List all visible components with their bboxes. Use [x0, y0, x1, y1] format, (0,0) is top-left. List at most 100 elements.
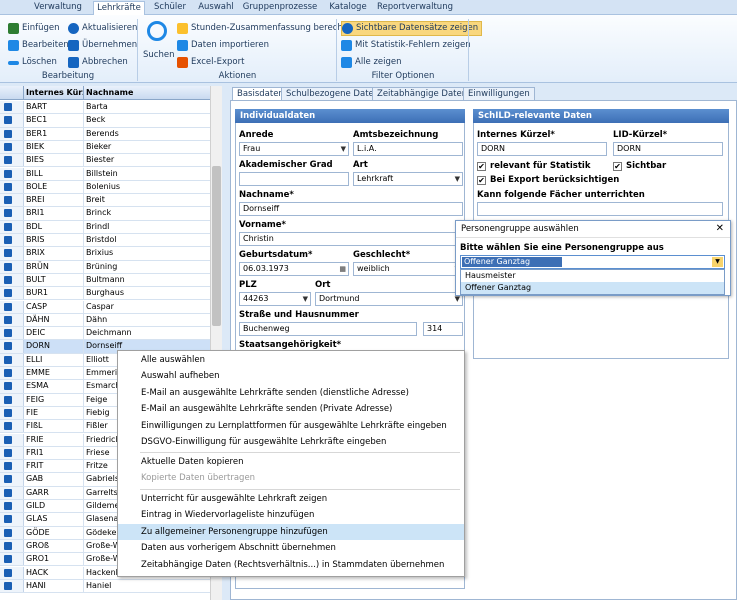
- tab-einwilligungen[interactable]: Einwilligungen: [463, 87, 535, 100]
- ort-select[interactable]: Dortmund ▼: [315, 292, 463, 306]
- stunden-button[interactable]: Stunden-Zusammenfassung berechnen: [177, 21, 359, 36]
- menu-item-alle-auswaehlen[interactable]: Alle auswählen: [118, 352, 464, 368]
- personengruppe-select[interactable]: Offener Ganztag ▼: [460, 255, 725, 269]
- col-header-kuerzel[interactable]: Internes Kürz: [24, 86, 84, 100]
- art-select[interactable]: Lehrkraft ▼: [353, 172, 463, 186]
- plz-select[interactable]: 44263 ▼: [239, 292, 311, 306]
- row-selector[interactable]: [0, 247, 24, 260]
- menu-item-wiedervorlage[interactable]: Eintrag in Wiedervorlageliste hinzufügen: [118, 507, 464, 523]
- row-selector[interactable]: [0, 367, 24, 380]
- row-selector[interactable]: [0, 287, 24, 300]
- tab-schueler[interactable]: Schüler: [150, 1, 190, 15]
- geburtsdatum-field[interactable]: 06.03.1973 ▦: [239, 262, 349, 276]
- menu-item-unterricht-zeigen[interactable]: Unterricht für ausgewählte Lehrkraft zei…: [118, 491, 464, 507]
- table-row[interactable]: BRIX Brixius: [0, 247, 210, 261]
- row-selector[interactable]: [0, 460, 24, 473]
- alle-zeigen-button[interactable]: Alle zeigen: [341, 55, 402, 70]
- tab-auswahl[interactable]: Auswahl: [196, 1, 236, 15]
- table-row[interactable]: BEC1 Beck: [0, 114, 210, 128]
- row-selector[interactable]: [0, 566, 24, 579]
- table-row[interactable]: CASP Caspar: [0, 300, 210, 314]
- row-selector[interactable]: [0, 353, 24, 366]
- faecher-field[interactable]: [477, 202, 723, 216]
- menu-item-dsgvo-einwilligung[interactable]: DSGVO-Einwilligung für ausgewählte Lehrk…: [118, 434, 464, 450]
- row-selector[interactable]: [0, 513, 24, 526]
- dropdown-option[interactable]: Hausmeister: [461, 270, 724, 282]
- row-selector[interactable]: [0, 207, 24, 220]
- sichtbare-datensaetze-button[interactable]: Sichtbare Datensätze zeigen: [341, 21, 483, 36]
- row-selector[interactable]: [0, 234, 24, 247]
- menu-item-einwilligungen-lernplattformen[interactable]: Einwilligungen zu Lernplattformen für au…: [118, 418, 464, 434]
- menu-item-auswahl-aufheben[interactable]: Auswahl aufheben: [118, 368, 464, 384]
- row-selector[interactable]: [0, 114, 24, 127]
- row-selector[interactable]: [0, 500, 24, 513]
- row-selector[interactable]: [0, 154, 24, 167]
- statistik-fehler-button[interactable]: Mit Statistik-Fehlern zeigen: [341, 38, 471, 53]
- vorname-field[interactable]: Christin: [239, 232, 463, 246]
- table-row[interactable]: BRI1 Brinck: [0, 207, 210, 221]
- row-selector[interactable]: [0, 340, 24, 353]
- akad-grad-field[interactable]: [239, 172, 349, 186]
- row-selector[interactable]: [0, 526, 24, 539]
- tab-verwaltung[interactable]: Verwaltung: [28, 1, 88, 15]
- table-row[interactable]: BILL Billstein: [0, 167, 210, 181]
- row-selector[interactable]: [0, 300, 24, 313]
- row-selector[interactable]: [0, 486, 24, 499]
- strasse-field[interactable]: Buchenweg: [239, 322, 417, 336]
- menu-item-vorheriger-abschnitt[interactable]: Daten aus vorherigem Abschnitt übernehme…: [118, 540, 464, 556]
- tab-schulbezogene-daten[interactable]: Schulbezogene Daten: [281, 87, 385, 100]
- table-row[interactable]: BDL Brindl: [0, 220, 210, 234]
- row-selector[interactable]: [0, 393, 24, 406]
- table-row[interactable]: BIES Biester: [0, 154, 210, 168]
- close-icon[interactable]: ✕: [716, 223, 724, 234]
- menu-item-zeitabhaengige-daten[interactable]: Zeitabhängige Daten (Rechtsverhältnis...…: [118, 557, 464, 573]
- sichtbar-checkbox[interactable]: ✔: [613, 162, 622, 171]
- row-selector[interactable]: [0, 220, 24, 233]
- row-selector[interactable]: [0, 127, 24, 140]
- hausnummer-field[interactable]: 314: [423, 322, 463, 336]
- relevant-statistik-checkbox[interactable]: ✔: [477, 162, 486, 171]
- row-selector[interactable]: [0, 327, 24, 340]
- row-selector[interactable]: [0, 579, 24, 593]
- nachname-field[interactable]: Dornseiff: [239, 202, 463, 216]
- tab-gruppenprozesse[interactable]: Gruppenprozesse: [241, 1, 319, 15]
- uebernehmen-button[interactable]: Übernehmen: [68, 38, 137, 53]
- menu-item-personengruppe-hinzufuegen[interactable]: Zu allgemeiner Personengruppe hinzufügen: [118, 523, 464, 541]
- col-header-nachname[interactable]: Nachname: [84, 86, 210, 100]
- row-selector[interactable]: [0, 420, 24, 433]
- anrede-select[interactable]: Frau ▼: [239, 142, 349, 156]
- row-selector[interactable]: [0, 553, 24, 566]
- row-selector[interactable]: [0, 194, 24, 207]
- calendar-icon[interactable]: ▦: [339, 263, 346, 275]
- internes-kuerzel-field[interactable]: DORN: [477, 142, 607, 156]
- menu-item-daten-kopieren[interactable]: Aktuelle Daten kopieren: [118, 454, 464, 470]
- table-row[interactable]: BIEK Bieker: [0, 140, 210, 155]
- row-selector[interactable]: [0, 446, 24, 460]
- tab-lehrkraefte[interactable]: Lehrkräfte: [93, 1, 145, 16]
- row-selector[interactable]: [0, 260, 24, 273]
- lid-kuerzel-field[interactable]: DORN: [613, 142, 723, 156]
- table-row[interactable]: BREI Breit: [0, 194, 210, 208]
- table-row[interactable]: BULT Bultmann: [0, 273, 210, 288]
- tab-kataloge[interactable]: Kataloge: [325, 1, 371, 15]
- menu-item-email-dienstlich[interactable]: E-Mail an ausgewählte Lehrkräfte senden …: [118, 385, 464, 401]
- export-checkbox[interactable]: ✔: [477, 176, 486, 185]
- table-row[interactable]: BART Barta: [0, 101, 210, 115]
- table-row[interactable]: BRIS Bristdol: [0, 234, 210, 248]
- abbrechen-button[interactable]: Abbrechen: [68, 55, 128, 70]
- row-selector[interactable]: [0, 473, 24, 486]
- scrollbar-thumb[interactable]: [212, 166, 221, 326]
- dropdown-option[interactable]: Offener Ganztag: [461, 282, 724, 294]
- row-selector[interactable]: [0, 180, 24, 194]
- loeschen-button[interactable]: Löschen: [8, 55, 57, 70]
- row-selector[interactable]: [0, 140, 24, 154]
- row-selector[interactable]: [0, 380, 24, 393]
- bearbeiten-button[interactable]: Bearbeiten: [8, 38, 69, 53]
- tab-reportverwaltung[interactable]: Reportverwaltung: [376, 1, 454, 15]
- import-button[interactable]: Daten importieren: [177, 38, 269, 53]
- table-row[interactable]: BRÜN Brüning: [0, 260, 210, 274]
- aktualisieren-button[interactable]: Aktualisieren: [68, 21, 137, 36]
- table-row[interactable]: BOLE Bolenius: [0, 180, 210, 195]
- row-selector[interactable]: [0, 101, 24, 114]
- row-selector[interactable]: [0, 167, 24, 180]
